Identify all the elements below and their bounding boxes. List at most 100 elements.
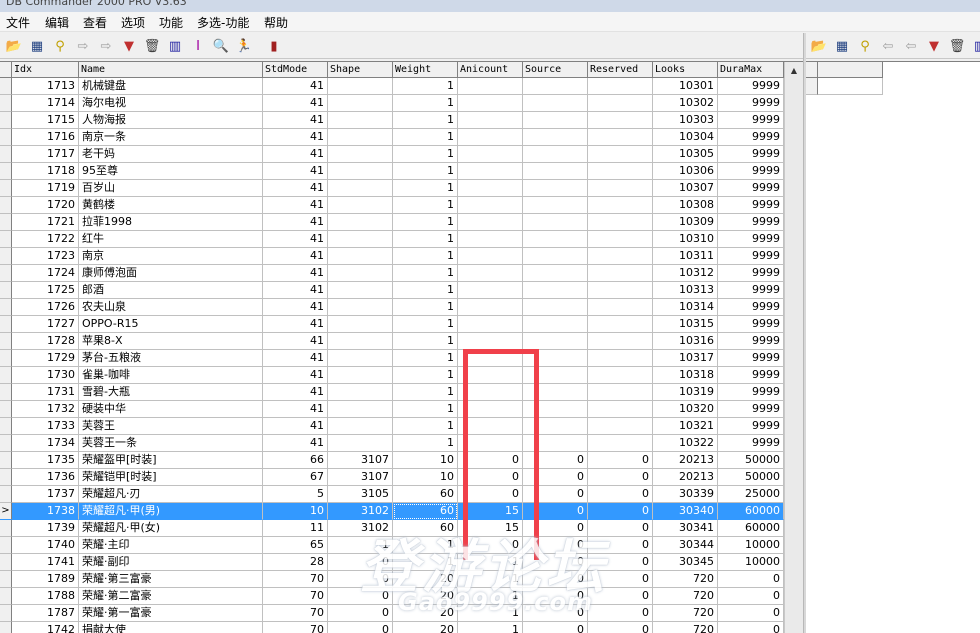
cell-looks[interactable]: 10315 (653, 316, 718, 333)
table-row[interactable]: 1733 芙蓉王 41 1 10321 9999 (0, 418, 784, 435)
table-row[interactable]: 1742 捐献大使 70 0 20 1 0 0 720 0 (0, 622, 784, 633)
cell-idx[interactable]: 1718 (12, 163, 79, 180)
cell-duramax[interactable]: 9999 (718, 384, 784, 401)
cell-stdmode[interactable]: 70 (263, 571, 328, 588)
right-data-grid[interactable] (806, 61, 980, 633)
cell-duramax[interactable]: 0 (718, 622, 784, 633)
cell-name[interactable]: 捐献大使 (79, 622, 263, 633)
cell-duramax[interactable]: 9999 (718, 367, 784, 384)
row-indicator[interactable] (0, 180, 12, 197)
cell-looks[interactable]: 720 (653, 588, 718, 605)
column-header-name[interactable]: Name (79, 62, 263, 78)
row-indicator[interactable] (0, 418, 12, 435)
cell-weight[interactable]: 1 (393, 384, 458, 401)
cell-name[interactable]: 海尔电视 (79, 95, 263, 112)
row-indicator[interactable] (0, 299, 12, 316)
row-indicator[interactable] (0, 469, 12, 486)
cell-weight[interactable]: 1 (393, 299, 458, 316)
cell-idx[interactable]: 1741 (12, 554, 79, 571)
cell-idx[interactable]: 1731 (12, 384, 79, 401)
cell-weight[interactable]: 1 (393, 418, 458, 435)
cell-anicount[interactable]: 1 (458, 605, 523, 622)
cell-source[interactable] (523, 146, 588, 163)
cell-reserved[interactable]: 0 (588, 537, 653, 554)
cell-reserved[interactable] (588, 265, 653, 282)
cell-looks[interactable]: 10317 (653, 350, 718, 367)
row-indicator[interactable] (0, 265, 12, 282)
cell-shape[interactable] (328, 418, 393, 435)
cell-stdmode[interactable]: 41 (263, 146, 328, 163)
cell-weight[interactable]: 1 (393, 197, 458, 214)
cell-name[interactable]: 茅台-五粮液 (79, 350, 263, 367)
cell-source[interactable] (523, 299, 588, 316)
cell-source[interactable] (523, 129, 588, 146)
row-indicator[interactable] (0, 214, 12, 231)
cell-looks[interactable]: 10312 (653, 265, 718, 282)
cell-looks[interactable]: 10303 (653, 112, 718, 129)
cell-duramax[interactable]: 60000 (718, 520, 784, 537)
cell-weight[interactable]: 1 (393, 112, 458, 129)
cell-stdmode[interactable]: 41 (263, 214, 328, 231)
data-grid[interactable]: 1713 机械键盘 41 1 10301 9999 1714 海尔电视 41 1 10302 9999… (0, 61, 803, 633)
row-indicator[interactable] (0, 401, 12, 418)
cell-name[interactable]: 荣耀·第二富豪 (79, 588, 263, 605)
cell-reserved[interactable]: 0 (588, 452, 653, 469)
cell-source[interactable] (523, 350, 588, 367)
cell-stdmode[interactable]: 5 (263, 486, 328, 503)
cell-reserved[interactable]: 0 (588, 486, 653, 503)
cell-anicount[interactable] (458, 112, 523, 129)
cell-source[interactable]: 0 (523, 452, 588, 469)
cell-duramax[interactable]: 10000 (718, 537, 784, 554)
cell-reserved[interactable] (588, 418, 653, 435)
cell-stdmode[interactable]: 41 (263, 95, 328, 112)
cell-reserved[interactable] (588, 78, 653, 95)
cell-stdmode[interactable]: 65 (263, 537, 328, 554)
cell-name[interactable]: 荣耀盔甲[时装] (79, 452, 263, 469)
cell-shape[interactable] (328, 95, 393, 112)
cell-reserved[interactable] (588, 248, 653, 265)
cell-weight[interactable]: 1 (393, 333, 458, 350)
table-row[interactable]: 1789 荣耀·第三富豪 70 0 20 1 0 0 720 0 (0, 571, 784, 588)
cell-duramax[interactable]: 9999 (718, 78, 784, 95)
cell-idx[interactable]: 1742 (12, 622, 79, 633)
cell-anicount[interactable] (458, 316, 523, 333)
cell-duramax[interactable]: 9999 (718, 282, 784, 299)
cell-duramax[interactable]: 9999 (718, 316, 784, 333)
cell-looks[interactable]: 10310 (653, 231, 718, 248)
cell-stdmode[interactable]: 41 (263, 418, 328, 435)
row-indicator[interactable] (0, 486, 12, 503)
cell-source[interactable] (523, 316, 588, 333)
table-row[interactable]: 1735 荣耀盔甲[时装] 66 3107 10 0 0 0 20213 50000 (0, 452, 784, 469)
cell-source[interactable] (523, 367, 588, 384)
cell-looks[interactable]: 720 (653, 605, 718, 622)
table-row[interactable]: >1738 荣耀超凡·甲(男) 10 3102 60 15 0 0 30340 60000 (0, 503, 784, 520)
cell-looks[interactable]: 30345 (653, 554, 718, 571)
cell-name[interactable]: 荣耀·主印 (79, 537, 263, 554)
cell-reserved[interactable] (588, 316, 653, 333)
cell-shape[interactable] (328, 384, 393, 401)
cell-shape[interactable] (328, 248, 393, 265)
column-header-stdmode[interactable]: StdMode (263, 62, 328, 78)
cell-anicount[interactable]: 0 (458, 469, 523, 486)
cell-anicount[interactable]: 1 (458, 571, 523, 588)
cell-anicount[interactable]: 0 (458, 452, 523, 469)
cell-shape[interactable]: 0 (328, 622, 393, 633)
cell-weight[interactable]: 1 (393, 214, 458, 231)
row-indicator[interactable]: > (0, 503, 12, 520)
cell-weight[interactable]: 20 (393, 622, 458, 633)
cell-name[interactable]: 95至尊 (79, 163, 263, 180)
cell-stdmode[interactable]: 10 (263, 503, 328, 520)
cell-weight[interactable]: 10 (393, 452, 458, 469)
cell-name[interactable]: 荣耀超凡·甲(女) (79, 520, 263, 537)
row-indicator[interactable] (0, 248, 12, 265)
cell-idx[interactable]: 1715 (12, 112, 79, 129)
cell-shape[interactable] (328, 78, 393, 95)
table-row[interactable]: 1788 荣耀·第二富豪 70 0 20 1 0 0 720 0 (0, 588, 784, 605)
row-indicator[interactable] (0, 112, 12, 129)
column-header-looks[interactable]: Looks (653, 62, 718, 78)
table-row[interactable]: 1718 95至尊 41 1 10306 9999 (0, 163, 784, 180)
row-indicator[interactable] (0, 520, 12, 537)
cell-weight[interactable]: 1 (393, 163, 458, 180)
cell-source[interactable]: 0 (523, 520, 588, 537)
cell-anicount[interactable] (458, 384, 523, 401)
